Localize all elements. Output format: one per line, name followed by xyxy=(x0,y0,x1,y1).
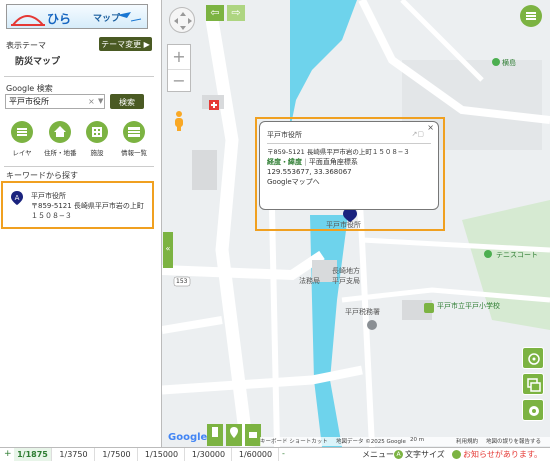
notice-link[interactable]: お知らせがあります。 xyxy=(463,449,542,460)
pan-control[interactable] xyxy=(169,7,195,33)
result-address: 〒859-5121 長崎県平戸市岩の上町 xyxy=(31,202,144,210)
svg-text:A: A xyxy=(15,194,20,202)
logo-text: マップ xyxy=(93,14,121,24)
result-address-2: １５０８−３ xyxy=(31,212,72,220)
forward-arrow-icon[interactable]: ⇨ xyxy=(227,5,245,21)
app-logo[interactable]: ひら マップ xyxy=(6,4,148,29)
keyword-result[interactable]: A 平戸市役所 〒859-5121 長崎県平戸市岩の上町 １５０８−３ xyxy=(1,181,154,229)
map-data-credit: 地図データ ©2025 Google xyxy=(336,439,406,445)
keyword-heading: キーワードから探す xyxy=(6,171,78,180)
measure-icon[interactable] xyxy=(207,424,223,446)
tool-label: 施設 xyxy=(90,149,104,157)
place-label: 平戸支局 xyxy=(332,277,360,285)
layers-icon xyxy=(11,121,33,143)
notice-icon xyxy=(452,450,461,459)
popup-address: 〒859-5121 長崎県平戸市岩の上町１５０８−３ xyxy=(267,148,410,156)
print-icon[interactable] xyxy=(245,424,261,446)
pin-tool-icon[interactable] xyxy=(226,424,242,446)
main-menu-icon[interactable] xyxy=(520,5,542,27)
locate-icon[interactable] xyxy=(522,347,544,369)
status-bar: + 1/1875 1/3750 1/7500 1/15000 1/30000 1… xyxy=(0,447,550,461)
info-popup: × ↗▢ 平戸市役所 〒859-5121 長崎県平戸市岩の上町１５０８−３ 経度… xyxy=(259,121,439,210)
scale-plus-icon[interactable]: + xyxy=(4,449,12,459)
search-button[interactable]: 検索 xyxy=(110,94,144,109)
map[interactable]: 平戸市役所 横島 テニスコート 長崎地方 平戸支局 法務局 平戸税務署 平戸市立… xyxy=(162,0,550,447)
window-icon[interactable] xyxy=(522,373,544,395)
popup-coords: 129.553677, 33.368067 xyxy=(267,168,352,176)
tool-info-list[interactable]: 情報一覧 xyxy=(118,121,150,157)
scale-option-15000[interactable]: 1/15000 xyxy=(139,448,185,461)
search-label: Google 検索 xyxy=(6,84,53,93)
clear-icon[interactable]: × xyxy=(88,97,95,106)
dropdown-icon[interactable]: ▼ xyxy=(98,97,103,105)
tool-address[interactable]: 住所・地番 xyxy=(44,121,77,157)
place-label: 長崎地方 xyxy=(332,267,360,275)
route-shield: 153 xyxy=(176,278,188,285)
zoom-out-button[interactable]: − xyxy=(168,69,190,92)
scale-option-3750[interactable]: 1/3750 xyxy=(53,448,95,461)
scale-option-1875[interactable]: 1/1875 xyxy=(14,448,52,461)
gear-icon[interactable] xyxy=(522,399,544,421)
tool-layers[interactable]: レイヤ xyxy=(6,121,38,157)
logo-graphic: ひら xyxy=(11,12,142,26)
divider xyxy=(4,166,154,167)
place-label: 平戸税務署 xyxy=(345,308,380,316)
share-icon[interactable]: ↗▢ xyxy=(412,130,424,138)
scale-minus-icon[interactable]: - xyxy=(282,449,285,458)
building-icon xyxy=(86,121,108,143)
scale-option-60000[interactable]: 1/60000 xyxy=(233,448,279,461)
zoom-control: + − xyxy=(167,44,191,92)
theme-change-button[interactable]: テーマ変更 ▶ xyxy=(99,37,152,51)
popup-divider xyxy=(267,143,431,144)
attribution-bar: キーボード ショートカット 地図データ ©2025 Google 20 m 利用… xyxy=(260,437,550,446)
collapse-sidebar-button[interactable]: « xyxy=(163,232,173,268)
place-label: テニスコート xyxy=(496,251,538,259)
place-label: 平戸市立平戸小学校 xyxy=(437,302,500,310)
tool-label: 住所・地番 xyxy=(44,149,77,157)
theme-heading: 表示テーマ xyxy=(6,41,46,50)
coord-latlng-tab[interactable]: 経度・緯度 xyxy=(267,158,302,166)
result-name: 平戸市役所 xyxy=(31,192,66,200)
theme-name: 防災マップ xyxy=(15,57,61,67)
scale-option-7500[interactable]: 1/7500 xyxy=(96,448,138,461)
street-view-pegman-icon[interactable] xyxy=(172,110,186,132)
popup-title: 平戸市役所 xyxy=(267,131,302,139)
keyboard-shortcuts-link[interactable]: キーボード ショートカット xyxy=(260,437,328,445)
menu-link[interactable]: メニュー xyxy=(362,449,394,460)
tool-label: レイヤ xyxy=(12,149,32,157)
report-error-link[interactable]: 地図の誤りを報告する xyxy=(486,437,541,445)
sidebar: ひら マップ 表示テーマ 防災マップ テーマ変更 ▶ Google 検索 × ▼… xyxy=(0,0,173,447)
divider xyxy=(4,76,154,77)
scale-option-30000[interactable]: 1/30000 xyxy=(186,448,232,461)
svg-text:ひら: ひら xyxy=(47,12,71,26)
text-size-icon: A xyxy=(394,450,403,459)
coord-plane-tab[interactable]: 平面直角座標系 xyxy=(309,158,358,166)
tool-facility[interactable]: 施設 xyxy=(81,121,113,157)
place-label: 法務局 xyxy=(299,277,320,285)
text-size-link[interactable]: 文字サイズ xyxy=(405,449,445,460)
pin-icon: A xyxy=(11,191,23,205)
back-arrow-icon[interactable]: ⇦ xyxy=(206,5,224,21)
home-icon xyxy=(49,121,71,143)
terms-link[interactable]: 利用規約 xyxy=(456,437,478,445)
zoom-in-button[interactable]: + xyxy=(168,45,190,69)
scale-label: 20 m xyxy=(410,437,425,443)
tool-label: 情報一覧 xyxy=(121,149,147,157)
list-icon xyxy=(123,121,145,143)
place-label: 横島 xyxy=(502,59,516,67)
google-logo: Google xyxy=(168,432,208,443)
google-maps-link[interactable]: Googleマップへ xyxy=(267,177,431,187)
close-icon[interactable]: × xyxy=(427,123,434,132)
